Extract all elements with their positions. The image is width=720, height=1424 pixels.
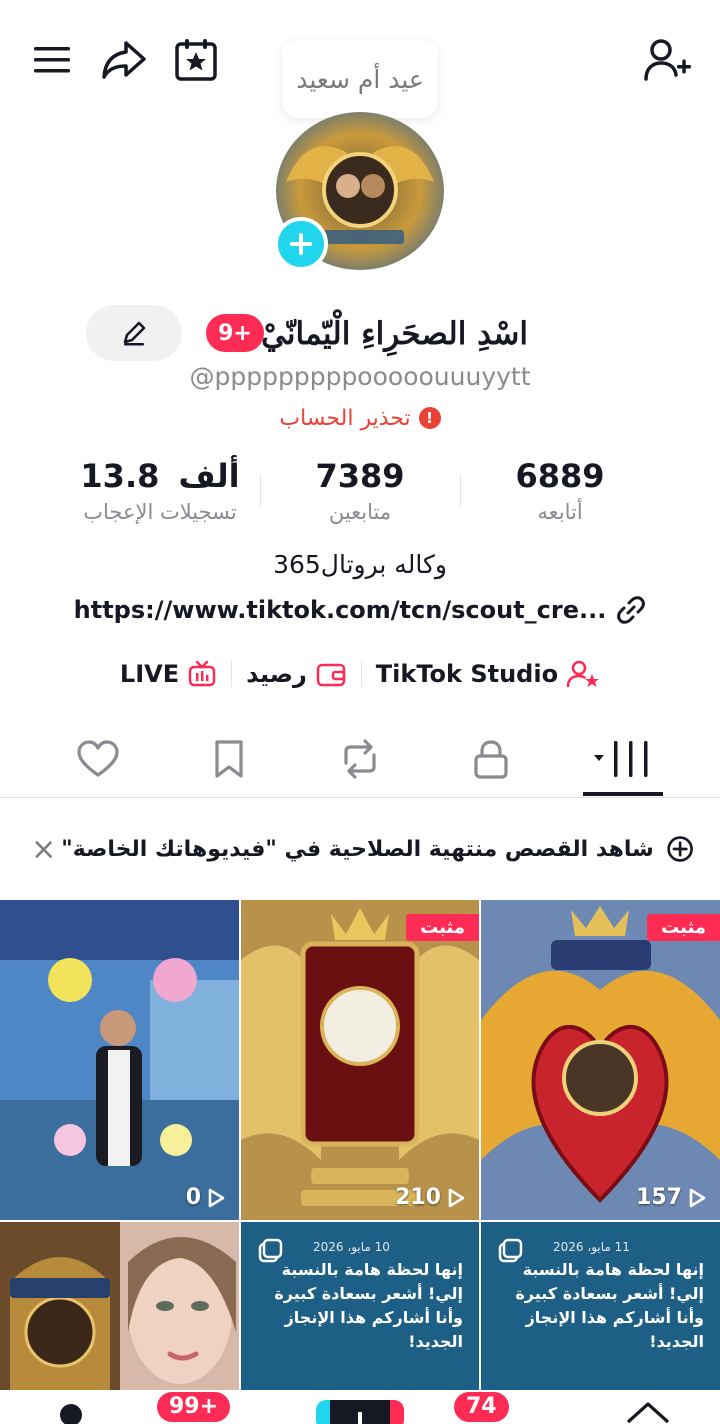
alert-icon: ! [418,407,441,429]
add-friend-icon[interactable] [640,34,696,86]
status-tooltip[interactable]: عيد أم سعيد [282,40,438,118]
heart-icon [77,740,119,777]
tab-reposts[interactable] [295,720,425,798]
live-button[interactable]: LIVE [120,660,217,688]
bottom-navigation: 99+ 74 [0,1390,720,1424]
creator-star-icon [566,660,600,688]
display-name: اسْدِ الصحَرِاءِ الْيّمانّيْ [261,316,528,352]
content-tabs [0,720,720,798]
account-warning[interactable]: ! تحذير الحساب [0,400,720,436]
video-grid: مثبت 157 مثبت 210 0 11 مايو، 2026 إنها ل… [0,900,720,1402]
stat-likes-unit: ألف [178,457,240,495]
text-post-date: 10 مايو، 2026 [313,1240,390,1254]
tiktok-studio-button[interactable]: TikTok Studio [376,659,600,689]
text-post-card: 10 مايو، 2026 إنها لحظة هامة بالنسبة إلي… [241,1222,479,1402]
view-count-value: 210 [395,1185,441,1210]
text-post[interactable]: 11 مايو، 2026 إنها لحظة هامة بالنسبة إلي… [481,1222,720,1402]
add-circle-icon [667,836,693,862]
close-icon[interactable]: × [26,829,61,869]
pinned-badge: مثبت [406,914,479,941]
video-thumbnail[interactable]: مثبت 210 [241,900,479,1220]
stat-followers[interactable]: 7389 متابعين [260,455,460,535]
notification-badge[interactable]: 9+ [206,314,264,352]
video-thumbnail[interactable]: 0 [0,900,239,1220]
plus-icon [358,1412,362,1424]
pinned-badge: مثبت [647,914,720,941]
text-post-body: إنها لحظة هامة بالنسبة إلي! أشعر بسعادة … [515,1260,704,1351]
tab-liked[interactable] [33,720,163,798]
profile-tab-icon[interactable] [60,1404,82,1424]
stat-following-value: 6889 [515,457,605,495]
text-post-icon [258,1238,283,1263]
text-post-icon [498,1238,523,1263]
stat-following-label: أتابعه [537,500,583,524]
stat-likes-number: 13.8 [80,457,160,495]
create-button[interactable] [316,1400,404,1424]
repost-icon [344,739,376,779]
stat-followers-value: 7389 [315,457,405,495]
stat-likes-value: ألف 13.8 [60,455,260,497]
text-post[interactable]: 10 مايو، 2026 إنها لحظة هامة بالنسبة إلي… [241,1222,479,1402]
link-icon [617,596,646,624]
edit-profile-button[interactable] [86,305,182,361]
stat-following[interactable]: 6889 أتابعه [460,455,660,535]
profile-link[interactable]: https://www.tiktok.com/tcn/scout_cre... [0,590,720,630]
friends-badge: 74 [454,1392,509,1422]
bookmark-icon [215,740,243,778]
video-thumbnail[interactable] [0,1222,239,1402]
play-icon [689,1188,706,1207]
bio: وكاله بروتال365 [273,550,447,579]
view-count-value: 0 [185,1185,201,1210]
home-icon[interactable] [624,1400,672,1424]
stat-likes[interactable]: ألف 13.8 تسجيلات الإعجاب [60,455,260,535]
tool-divider [360,661,362,687]
tab-favorites[interactable] [164,720,294,798]
tab-videos[interactable] [557,720,687,798]
balance-button[interactable]: رصيد [246,660,347,688]
stat-followers-label: متابعين [328,500,392,524]
account-warning-label: تحذير الحساب [279,405,411,431]
tool-divider [231,661,233,687]
video-thumbnail[interactable]: مثبت 157 [481,900,720,1220]
tiktok-studio-label: TikTok Studio [375,660,559,688]
username: @pppppppppooooouuuyytt [189,362,531,391]
creator-tools: LIVE رصيد TikTok Studio [0,652,720,696]
add-story-button[interactable] [274,217,328,271]
view-count-value: 157 [636,1185,682,1210]
calendar-star-icon[interactable] [170,36,222,84]
play-icon [448,1188,465,1207]
view-count: 210 [395,1185,465,1210]
tab-active-indicator [583,792,663,796]
balance-label: رصيد [246,660,307,688]
view-count: 0 [186,1185,225,1210]
wallet-icon [316,663,346,687]
text-post-card: 11 مايو، 2026 إنها لحظة هامة بالنسبة إلي… [481,1222,720,1402]
profile-link-text[interactable]: https://www.tiktok.com/tcn/scout_cre... [74,596,607,624]
lock-icon [474,740,508,779]
text-post-date: 11 مايو، 2026 [553,1240,630,1254]
live-tv-icon [188,660,216,687]
banner-text: شاهد القصص منتهية الصلاحية في "فيديوهاتك… [61,836,654,862]
view-count: 157 [636,1185,706,1210]
menu-icon[interactable] [28,36,76,84]
tab-private[interactable] [426,720,556,798]
profile-stats: ألف 13.8 تسجيلات الإعجاب 7389 متابعين 68… [60,455,660,535]
stat-likes-label: تسجيلات الإعجاب [83,500,237,524]
share-icon[interactable] [98,36,150,84]
pencil-icon [123,321,146,346]
expired-stories-banner[interactable]: شاهد القصص منتهية الصلاحية في "فيديوهاتك… [0,812,720,886]
text-post-body: إنها لحظة هامة بالنسبة إلي! أشعر بسعادة … [274,1260,463,1351]
live-label: LIVE [119,660,180,688]
videos-grid-icon [594,741,648,777]
inbox-badge: 99+ [157,1392,231,1422]
play-icon [208,1188,225,1207]
